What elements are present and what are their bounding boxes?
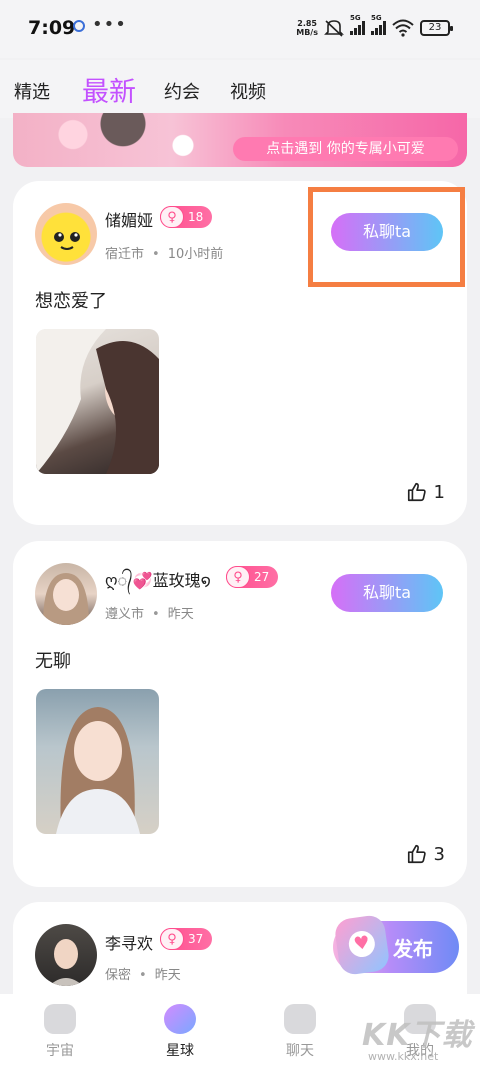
avatar[interactable] [35, 924, 97, 986]
signal-icon-1: 5G [350, 14, 365, 35]
highlight-annotation [308, 187, 465, 287]
like-count: 3 [433, 843, 445, 865]
nav-chat[interactable]: 聊天 [260, 1004, 340, 1060]
heart-icon: ♥ [347, 929, 377, 959]
wifi-icon [392, 19, 414, 37]
post-text: 无聊 [35, 651, 71, 672]
user-name: 李寻欢 [105, 934, 154, 953]
more-notifications-icon: ••• [92, 14, 127, 35]
status-time: 7:09 [28, 17, 76, 39]
nav-planet[interactable]: 星球 [140, 1004, 220, 1060]
nav-label: 星球 [166, 1043, 194, 1059]
user-city: 保密 [105, 968, 132, 983]
signal-2-label: 5G [371, 14, 382, 22]
post-photo[interactable] [36, 689, 159, 834]
network-speed: 2.85 MB/s [296, 19, 318, 37]
nav-label: 宇宙 [46, 1043, 74, 1059]
user-city: 遵义市 [105, 607, 145, 622]
publish-label: 发布 [393, 937, 433, 961]
thumbs-up-icon [407, 844, 426, 864]
user-meta: 遵义市 • 昨天 [105, 607, 194, 622]
private-chat-button[interactable]: 私聊ta [331, 574, 443, 612]
post-photo[interactable] [36, 329, 159, 474]
avatar[interactable] [35, 203, 97, 265]
user-meta: 保密 • 昨天 [105, 968, 181, 983]
notification-app-icon [73, 20, 85, 32]
top-tabs: 精选 最新 约会 视频 [0, 60, 480, 118]
post-time: 10小时前 [167, 247, 224, 262]
banner-subtitle: 点击遇到 你的专属小可爱 [233, 137, 458, 161]
mute-icon [324, 20, 344, 37]
watermark-logo: KK下载 [362, 1018, 473, 1053]
age-value: 27 [254, 570, 270, 584]
post-time: 昨天 [167, 607, 194, 622]
network-speed-unit: MB/s [296, 28, 318, 37]
post-time: 昨天 [154, 968, 181, 983]
network-speed-value: 2.85 [297, 19, 317, 28]
avatar[interactable] [35, 563, 97, 625]
signal-1-label: 5G [350, 14, 361, 22]
gender-age-badge: ♀ 37 [160, 928, 212, 950]
tab-video[interactable]: 视频 [230, 78, 266, 104]
status-right: 2.85 MB/s 5G 5G 23 [296, 14, 453, 40]
banner-illustration [13, 113, 213, 167]
tab-selected[interactable]: 精选 [14, 78, 50, 104]
user-name: 储媚娅 [105, 211, 154, 230]
user-meta: 宿迁市 • 10小时前 [105, 247, 224, 262]
like-count: 1 [433, 481, 445, 503]
avatar-image [54, 232, 80, 250]
female-icon: ♀ [226, 566, 250, 588]
post-text: 想恋爱了 [35, 291, 107, 312]
gender-age-badge: ♀ 18 [160, 206, 212, 228]
female-icon: ♀ [160, 206, 184, 228]
age-value: 18 [188, 210, 204, 224]
planet-icon [164, 1004, 196, 1034]
promo-banner[interactable]: 点击遇到 你的专属小可爱 [13, 113, 467, 167]
user-city: 宿迁市 [105, 247, 145, 262]
post-card-2[interactable]: ღ᭄💞蓝玫瑰໑ ♀ 27 遵义市 • 昨天 私聊ta 无聊 3 [13, 541, 467, 887]
tab-latest[interactable]: 最新 [82, 70, 136, 109]
tab-dating[interactable]: 约会 [164, 78, 200, 104]
signal-icon-2: 5G [371, 14, 386, 35]
user-name: ღ᭄💞蓝玫瑰໑ [105, 571, 211, 590]
avatar-image [49, 939, 83, 986]
photo-image [36, 329, 159, 474]
battery-icon: 23 [420, 20, 453, 36]
age-value: 37 [188, 932, 204, 946]
gender-age-badge: ♀ 27 [226, 566, 278, 588]
like-button[interactable]: 3 [406, 843, 445, 865]
nav-universe[interactable]: 宇宙 [20, 1004, 100, 1060]
avatar-image [43, 573, 89, 625]
status-bar: 7:09 ••• 2.85 MB/s 5G 5G 23 [0, 0, 480, 58]
publish-button[interactable]: ♥ 发布 [333, 913, 459, 977]
watermark-url: www.kkx.net [368, 1050, 439, 1063]
thumbs-up-icon [407, 482, 426, 502]
photo-image [56, 707, 140, 834]
like-button[interactable]: 1 [406, 481, 445, 503]
camera-heart-icon: ♥ [333, 913, 391, 977]
female-icon: ♀ [160, 928, 184, 950]
nav-label: 聊天 [286, 1043, 314, 1059]
universe-icon [44, 1004, 76, 1034]
chat-icon [284, 1004, 316, 1034]
